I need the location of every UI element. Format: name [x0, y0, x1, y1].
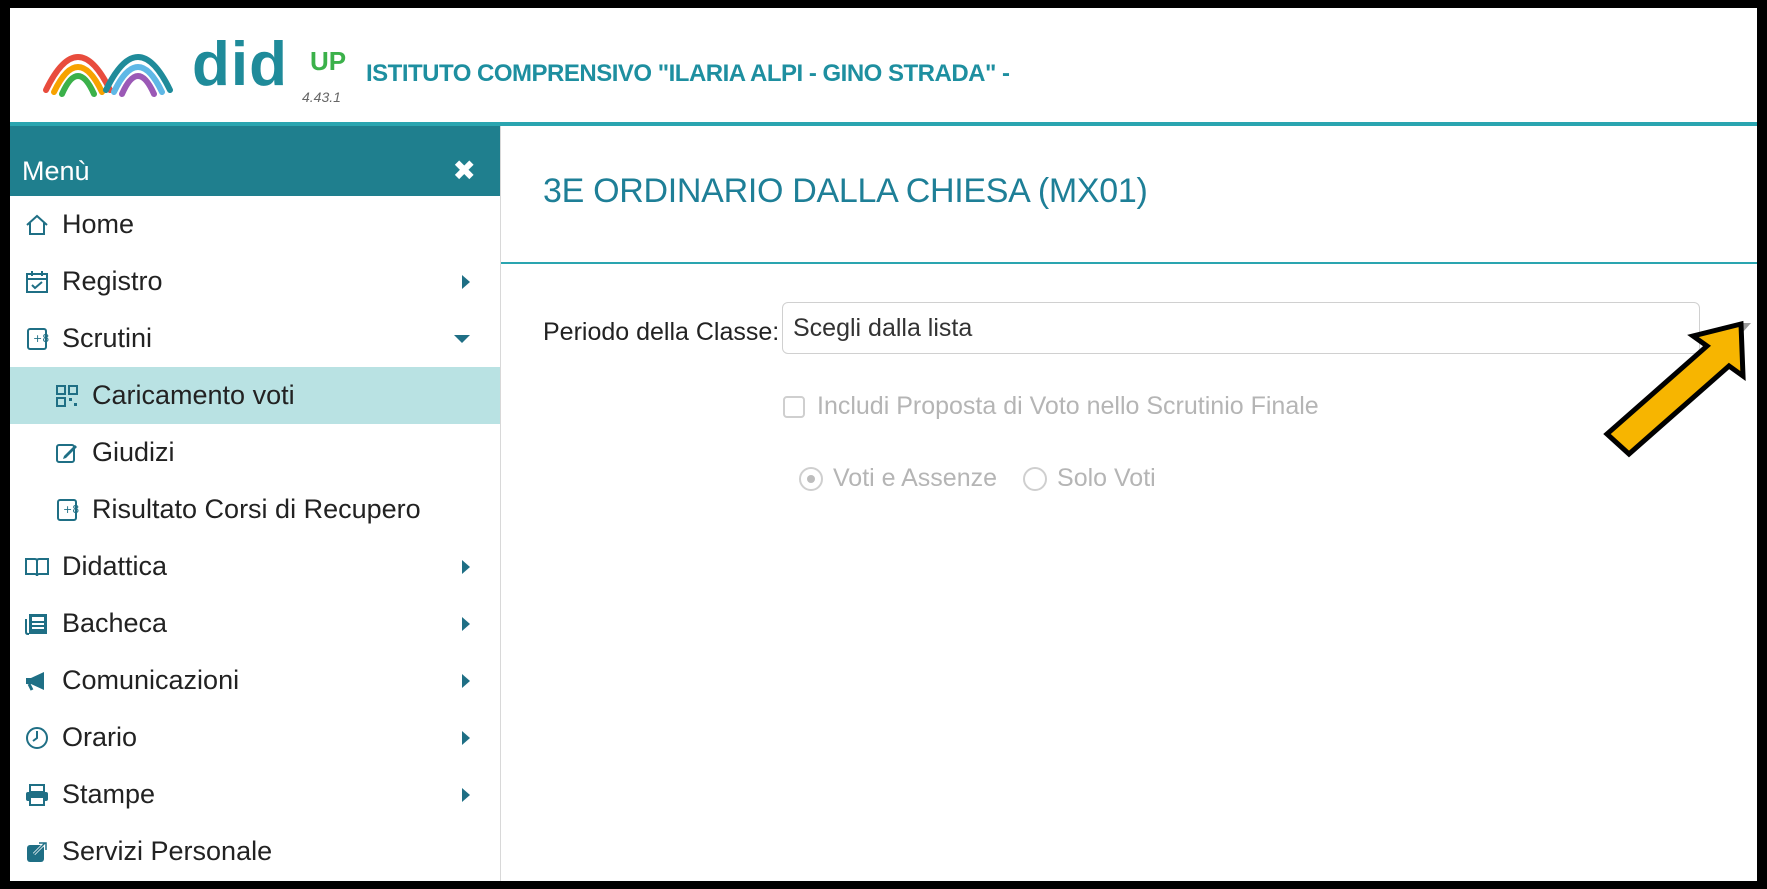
sidebar-item-label: Bacheca: [62, 608, 168, 638]
sidebar-item-registro[interactable]: Registro: [10, 253, 500, 310]
periodo-select[interactable]: Scegli dalla lista: [782, 302, 1700, 354]
include-proposta-row: Includi Proposta di Voto nello Scrutinio…: [783, 392, 1319, 421]
radio-voti-e-assenze[interactable]: [799, 466, 823, 491]
megaphone-icon: [22, 666, 52, 696]
sidebar-item-label: Servizi Personale: [62, 836, 273, 866]
sidebar-item-label: Stampe: [62, 779, 156, 809]
app-window: did UP 4.43.1 ISTITUTO COMPRENSIVO "ILAR…: [10, 8, 1757, 881]
scrutini-icon: +8: [22, 324, 52, 354]
chevron-right-icon: [462, 274, 470, 289]
include-proposta-checkbox[interactable]: [783, 395, 805, 418]
sidebar-item-giudizi[interactable]: Giudizi: [10, 424, 500, 481]
sidebar-item-label: Scrutini: [62, 323, 153, 353]
newspaper-icon: [22, 609, 52, 639]
book-icon: [22, 552, 52, 582]
chevron-right-icon: [462, 559, 470, 574]
radio-label: Voti e Assenze: [833, 464, 998, 492]
school-name: ISTITUTO COMPRENSIVO "ILARIA ALPI - GINO…: [366, 60, 1010, 87]
calendar-check-icon: [22, 267, 52, 297]
menu-title: Menù: [22, 156, 90, 186]
chevron-right-icon: [462, 673, 470, 688]
periodo-select-value: Scegli dalla lista: [793, 313, 973, 342]
brand-name: did: [192, 30, 288, 99]
sidebar-item-label: Registro: [62, 266, 163, 296]
edit-icon: [52, 438, 82, 468]
sidebar-item-didattica[interactable]: Didattica: [10, 538, 500, 595]
main-content: 3E ORDINARIO DALLA CHIESA (MX01) Periodo…: [501, 126, 1757, 881]
external-link-icon: [22, 837, 52, 867]
sidebar-item-label: Didattica: [62, 551, 168, 581]
sidebar-item-bacheca[interactable]: Bacheca: [10, 595, 500, 652]
radio-label: Solo Voti: [1057, 464, 1156, 492]
radio-solo-voti[interactable]: [1023, 466, 1048, 491]
chevron-right-icon: [462, 787, 470, 802]
arrow-annotation-icon: [1603, 320, 1746, 458]
svg-text:+8: +8: [63, 503, 79, 516]
brand-suffix: UP: [310, 46, 347, 76]
sidebar-item-scrutini[interactable]: +8 Scrutini: [10, 310, 500, 367]
sidebar-item-label: Caricamento voti: [92, 380, 295, 410]
clock-icon: [22, 723, 52, 753]
qrcode-icon: [52, 381, 82, 411]
divider: [501, 262, 1757, 264]
close-icon[interactable]: ✖: [453, 154, 476, 187]
chevron-right-icon: [462, 730, 470, 745]
sidebar-item-servizi-personale[interactable]: Servizi Personale: [10, 823, 500, 880]
sidebar-menu: Menù ✖ Home Registro +8 Scrutini Caricam…: [10, 126, 501, 881]
scrutini-icon: +8: [52, 495, 82, 525]
sidebar-item-risultato-corsi[interactable]: +8 Risultato Corsi di Recupero: [10, 481, 500, 538]
svg-text:+8: +8: [33, 332, 49, 345]
app-header: did UP 4.43.1 ISTITUTO COMPRENSIVO "ILAR…: [10, 8, 1757, 126]
menu-header: Menù ✖: [10, 126, 500, 196]
didup-logo-icon: [43, 54, 173, 97]
app-version: 4.43.1: [302, 89, 341, 105]
mode-radio-group: Voti e Assenze Solo Voti: [799, 464, 1182, 493]
sidebar-item-orario[interactable]: Orario: [10, 709, 500, 766]
sidebar-item-comunicazioni[interactable]: Comunicazioni: [10, 652, 500, 709]
sidebar-item-label: Giudizi: [92, 437, 175, 467]
chevron-right-icon: [462, 616, 470, 631]
periodo-label: Periodo della Classe:: [543, 318, 780, 346]
sidebar-item-label: Comunicazioni: [62, 665, 240, 695]
home-icon: [22, 210, 52, 240]
printer-icon: [22, 780, 52, 810]
sidebar-item-home[interactable]: Home: [10, 196, 500, 253]
include-proposta-label: Includi Proposta di Voto nello Scrutinio…: [817, 392, 1319, 420]
page-title: 3E ORDINARIO DALLA CHIESA (MX01): [543, 172, 1148, 210]
sidebar-item-stampe[interactable]: Stampe: [10, 766, 500, 823]
sidebar-item-caricamento-voti[interactable]: Caricamento voti: [10, 367, 500, 424]
sidebar-item-label: Home: [62, 209, 135, 239]
sidebar-item-label: Risultato Corsi di Recupero: [92, 494, 421, 524]
sidebar-item-label: Orario: [62, 722, 138, 752]
chevron-down-icon: [454, 334, 470, 343]
